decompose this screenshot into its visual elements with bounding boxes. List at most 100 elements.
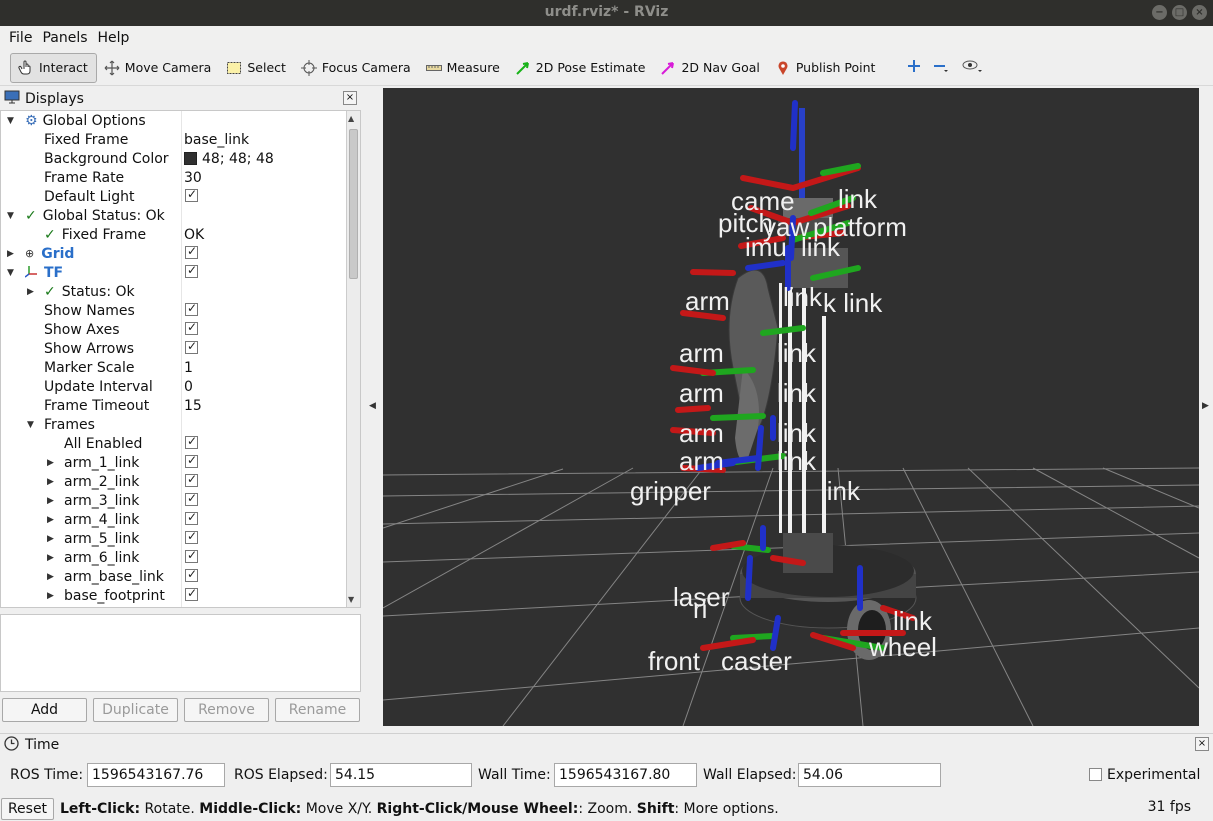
- frame-checkbox[interactable]: [185, 567, 198, 582]
- ros-time-field[interactable]: 1596543167.76: [87, 763, 225, 787]
- frame-checkbox[interactable]: [185, 472, 198, 487]
- all-enabled-checkbox[interactable]: [185, 434, 198, 449]
- frame-timeout-value[interactable]: 15: [184, 398, 202, 414]
- tree-row-frame[interactable]: ▶ arm_2_link: [1, 472, 360, 491]
- close-window-button[interactable]: ×: [1192, 5, 1207, 20]
- tf-checkbox[interactable]: [185, 263, 198, 278]
- tree-row-fixed-frame-status[interactable]: ✓ Fixed Frame OK: [1, 225, 360, 244]
- rename-display-button[interactable]: Rename: [275, 698, 360, 722]
- menu-panels[interactable]: Panels: [37, 30, 92, 46]
- collapsed-arrow-icon[interactable]: ▶: [47, 591, 57, 601]
- collapse-left-icon[interactable]: ◀: [369, 401, 376, 411]
- background-color-value[interactable]: 48; 48; 48: [184, 151, 274, 167]
- tree-row-global-options[interactable]: ▼ ⚙ Global Options: [1, 111, 360, 130]
- fixed-frame-value[interactable]: base_link: [184, 132, 249, 148]
- collapsed-arrow-icon[interactable]: ▶: [47, 477, 57, 487]
- tree-row-fixed-frame[interactable]: Fixed Frame base_link: [1, 130, 360, 149]
- tree-row-update-interval[interactable]: Update Interval 0: [1, 377, 360, 396]
- collapsed-arrow-icon[interactable]: ▶: [47, 553, 57, 563]
- panel-splitter[interactable]: ◀: [361, 88, 383, 728]
- wall-elapsed-field[interactable]: 54.06: [798, 763, 941, 787]
- scroll-up-icon[interactable]: ▲: [348, 114, 354, 123]
- remove-display-button[interactable]: Remove: [184, 698, 269, 722]
- add-tool-button[interactable]: [901, 53, 927, 83]
- collapse-right-icon[interactable]: ▶: [1202, 401, 1209, 411]
- default-light-checkbox[interactable]: [185, 187, 198, 202]
- tool-publish-point[interactable]: Publish Point: [768, 53, 884, 83]
- tool-select[interactable]: Select: [219, 53, 294, 83]
- tree-row-marker-scale[interactable]: Marker Scale 1: [1, 358, 360, 377]
- tree-row-frame[interactable]: ▶ arm_6_link: [1, 548, 360, 567]
- tree-row-all-enabled[interactable]: All Enabled: [1, 434, 360, 453]
- tool-interact[interactable]: Interact: [10, 52, 97, 83]
- tree-row-tf-status[interactable]: ▶ ✓ Status: Ok: [1, 282, 360, 301]
- collapsed-arrow-icon[interactable]: ▶: [47, 496, 57, 506]
- view-tool-button[interactable]: [955, 53, 989, 83]
- collapsed-arrow-icon[interactable]: ▶: [7, 249, 17, 259]
- remove-tool-button[interactable]: [927, 53, 955, 83]
- show-names-checkbox[interactable]: [185, 301, 198, 316]
- expanded-arrow-icon[interactable]: ▼: [27, 420, 37, 430]
- tree-row-grid[interactable]: ▶ ⊕ Grid: [1, 244, 360, 263]
- expanded-arrow-icon[interactable]: ▼: [7, 116, 17, 126]
- tree-row-default-light[interactable]: Default Light: [1, 187, 360, 206]
- frame-checkbox[interactable]: [185, 529, 198, 544]
- expanded-arrow-icon[interactable]: ▼: [7, 211, 17, 221]
- add-display-button[interactable]: Add: [2, 698, 87, 722]
- wall-time-field[interactable]: 1596543167.80: [554, 763, 697, 787]
- tree-scrollbar[interactable]: ▲ ▼: [346, 111, 360, 607]
- collapsed-arrow-icon[interactable]: ▶: [47, 534, 57, 544]
- tree-row-frame[interactable]: ▶ arm_base_link: [1, 567, 360, 586]
- maximize-button[interactable]: □: [1172, 5, 1187, 20]
- show-arrows-checkbox[interactable]: [185, 339, 198, 354]
- scroll-down-icon[interactable]: ▼: [348, 595, 354, 604]
- menu-help[interactable]: Help: [93, 30, 135, 46]
- tree-row-frame[interactable]: ▶ arm_1_link: [1, 453, 360, 472]
- tree-row-frame-timeout[interactable]: Frame Timeout 15: [1, 396, 360, 415]
- update-interval-value[interactable]: 0: [184, 379, 193, 395]
- frame-rate-value[interactable]: 30: [184, 170, 202, 186]
- frame-checkbox[interactable]: [185, 491, 198, 506]
- collapsed-arrow-icon[interactable]: ▶: [27, 287, 37, 297]
- tool-measure[interactable]: Measure: [419, 53, 508, 83]
- minimize-button[interactable]: −: [1152, 5, 1167, 20]
- tool-focus-camera[interactable]: Focus Camera: [294, 53, 419, 83]
- marker-scale-value[interactable]: 1: [184, 360, 193, 376]
- collapsed-arrow-icon[interactable]: ▶: [47, 515, 57, 525]
- tree-row-frame[interactable]: ▶ arm_5_link: [1, 529, 360, 548]
- grid-checkbox[interactable]: [185, 244, 198, 259]
- frame-checkbox[interactable]: [185, 510, 198, 525]
- tree-row-frame[interactable]: ▶ base_footprint: [1, 586, 360, 605]
- tree-row-show-arrows[interactable]: Show Arrows: [1, 339, 360, 358]
- tree-row-tf[interactable]: ▼ TF: [1, 263, 360, 282]
- frame-checkbox[interactable]: [185, 586, 198, 601]
- ros-elapsed-field[interactable]: 54.15: [330, 763, 472, 787]
- tree-row-show-names[interactable]: Show Names: [1, 301, 360, 320]
- frame-checkbox[interactable]: [185, 548, 198, 563]
- reset-button[interactable]: Reset: [1, 798, 54, 820]
- tree-row-global-status[interactable]: ▼ ✓ Global Status: Ok: [1, 206, 360, 225]
- menu-file[interactable]: File: [4, 30, 37, 46]
- tree-row-show-axes[interactable]: Show Axes: [1, 320, 360, 339]
- tree-row-frames[interactable]: ▼ Frames: [1, 415, 360, 434]
- tool-2d-nav-goal[interactable]: 2D Nav Goal: [653, 53, 767, 83]
- tree-row-frame[interactable]: ▶ arm_3_link: [1, 491, 360, 510]
- close-displays-button[interactable]: ×: [343, 91, 357, 105]
- collapsed-arrow-icon[interactable]: ▶: [47, 572, 57, 582]
- scrollbar-thumb[interactable]: [349, 129, 358, 279]
- tool-2d-pose-estimate[interactable]: 2D Pose Estimate: [508, 53, 654, 83]
- duplicate-display-button[interactable]: Duplicate: [93, 698, 178, 722]
- tool-move-camera[interactable]: Move Camera: [97, 53, 220, 83]
- tree-row-frame-rate[interactable]: Frame Rate 30: [1, 168, 360, 187]
- close-time-button[interactable]: ×: [1195, 737, 1209, 751]
- tree-row-background-color[interactable]: Background Color 48; 48; 48: [1, 149, 360, 168]
- tree-row-frame[interactable]: ▶ arm_4_link: [1, 510, 360, 529]
- right-splitter[interactable]: ▶: [1199, 88, 1213, 728]
- render-3d-view[interactable]: came link pitch yaw platform imu link ar…: [383, 88, 1199, 726]
- frame-checkbox[interactable]: [185, 453, 198, 468]
- expanded-arrow-icon[interactable]: ▼: [7, 268, 17, 278]
- hint-key: Right-Click/Mouse Wheel:: [376, 801, 579, 817]
- show-axes-checkbox[interactable]: [185, 320, 198, 335]
- experimental-checkbox[interactable]: [1089, 768, 1102, 781]
- collapsed-arrow-icon[interactable]: ▶: [47, 458, 57, 468]
